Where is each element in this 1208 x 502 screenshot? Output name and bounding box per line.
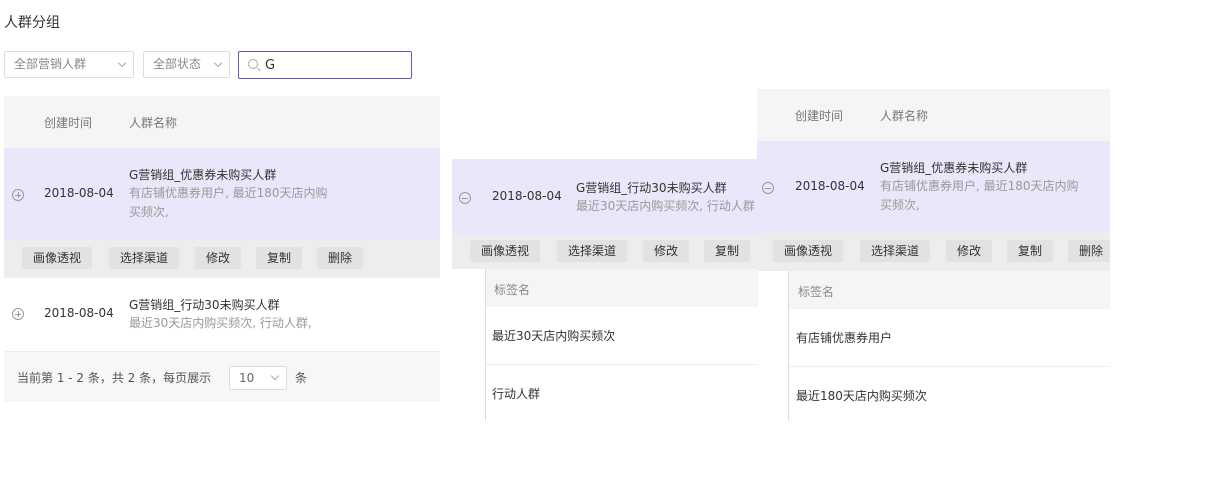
tag-name: 有店铺优惠券用户 — [796, 331, 893, 345]
page-title: 人群分组 — [4, 15, 60, 31]
status-select-value: 全部状态 — [153, 57, 202, 71]
delete-button[interactable]: 删除 — [1068, 240, 1110, 262]
row-actions: 画像透视 选择渠道 修改 复制 删除 — [757, 233, 1110, 271]
group-select-value: 全部营销人群 — [14, 57, 87, 71]
tag-name: 行动人群 — [492, 387, 541, 401]
table-header: 创建时间 人群名称 — [4, 96, 440, 148]
row-name: G营销组_优惠券未购买人群 — [129, 168, 277, 182]
tag-name: 最近180天店内购买频次 — [796, 389, 927, 403]
page-size-select[interactable]: 10 — [229, 366, 287, 390]
row-name: G营销组_行动30未购买人群 — [576, 181, 727, 195]
pagination-info: 当前第 1 - 2 条，共 2 条，每页展示 — [17, 371, 212, 385]
persona-button[interactable]: 画像透视 — [773, 240, 844, 262]
tag-row: 最近30天店内购买频次 — [486, 307, 758, 365]
table-row[interactable]: 2018-08-04 G营销组_行动30未购买人群 最近30天店内购买频次, 行… — [452, 159, 758, 235]
collapse-icon[interactable] — [762, 182, 774, 194]
channel-button[interactable]: 选择渠道 — [557, 240, 628, 262]
pagination-suffix: 条 — [295, 371, 308, 385]
row-desc: 最近30天店内购买频次, 行动人群, — [129, 316, 312, 330]
edit-button[interactable]: 修改 — [946, 240, 993, 262]
persona-button[interactable]: 画像透视 — [470, 240, 541, 262]
tag-name: 最近30天店内购买频次 — [492, 329, 616, 343]
tag-table-header: 标签名 — [486, 269, 758, 307]
row-date: 2018-08-04 — [44, 306, 114, 320]
expand-icon[interactable] — [12, 308, 24, 320]
table-row[interactable]: 2018-08-04 G营销组_行动30未购买人群 最近30天店内购买频次, 行… — [4, 278, 440, 352]
row-desc: 有店铺优惠券用户, 最近180天店内购 — [880, 179, 1079, 193]
chevron-down-icon — [117, 58, 127, 68]
column-header-date: 创建时间 — [795, 109, 844, 123]
channel-button[interactable]: 选择渠道 — [860, 240, 931, 262]
search-icon — [248, 59, 258, 69]
search-input[interactable] — [265, 56, 405, 74]
row-desc-cont: 买频次, — [129, 205, 169, 219]
row-desc: 有店铺优惠券用户, 最近180天店内购 — [129, 186, 328, 200]
row-desc: 最近30天店内购买频次, 行动人群 — [576, 199, 755, 213]
row-date: 2018-08-04 — [795, 179, 865, 193]
row-desc-cont: 买频次, — [880, 198, 920, 212]
expand-icon[interactable] — [12, 189, 24, 201]
column-header-name: 人群名称 — [129, 116, 178, 130]
collapse-icon[interactable] — [459, 192, 471, 204]
crowd-table: 创建时间 人群名称 2018-08-04 G营销组_优惠券未购买人群 有店铺优惠… — [4, 96, 440, 402]
column-header-tag: 标签名 — [798, 285, 835, 299]
edit-button[interactable]: 修改 — [643, 240, 690, 262]
table-row[interactable]: 2018-08-04 G营销组_优惠券未购买人群 有店铺优惠券用户, 最近180… — [4, 148, 440, 240]
row-name: G营销组_行动30未购买人群 — [129, 298, 280, 312]
row-name: G营销组_优惠券未购买人群 — [880, 161, 1028, 175]
expanded-row-panel: 2018-08-04 G营销组_行动30未购买人群 最近30天店内购买频次, 行… — [452, 159, 758, 421]
page-size-value: 10 — [239, 371, 255, 385]
row-actions: 画像透视 选择渠道 修改 复制 — [452, 235, 758, 269]
expanded-row-panel: 创建时间 人群名称 2018-08-04 G营销组_优惠券未购买人群 有店铺优惠… — [757, 89, 1110, 421]
tag-row: 有店铺优惠券用户 — [789, 309, 1110, 367]
column-header-date: 创建时间 — [44, 116, 93, 130]
pagination: 当前第 1 - 2 条，共 2 条，每页展示 10 条 — [4, 352, 440, 402]
row-actions: 画像透视 选择渠道 修改 复制 删除 — [4, 240, 440, 278]
tag-row: 最近180天店内购买频次 — [789, 367, 1110, 421]
group-select[interactable]: 全部营销人群 — [4, 51, 134, 78]
row-date: 2018-08-04 — [44, 186, 114, 200]
chevron-down-icon — [213, 58, 223, 68]
channel-button[interactable]: 选择渠道 — [109, 247, 180, 269]
edit-button[interactable]: 修改 — [195, 247, 242, 269]
copy-button[interactable]: 复制 — [1007, 240, 1054, 262]
delete-button[interactable]: 删除 — [317, 247, 364, 269]
tag-table-header: 标签名 — [789, 271, 1110, 309]
copy-button[interactable]: 复制 — [704, 240, 751, 262]
persona-button[interactable]: 画像透视 — [22, 247, 93, 269]
status-select[interactable]: 全部状态 — [143, 51, 230, 78]
column-header-tag: 标签名 — [494, 283, 531, 297]
tag-row: 行动人群 — [486, 365, 758, 421]
row-date: 2018-08-04 — [492, 189, 562, 203]
chevron-down-icon — [270, 371, 280, 381]
table-header: 创建时间 人群名称 — [757, 89, 1110, 141]
table-row[interactable]: 2018-08-04 G营销组_优惠券未购买人群 有店铺优惠券用户, 最近180… — [757, 141, 1110, 233]
search-box[interactable] — [238, 51, 412, 79]
column-header-name: 人群名称 — [880, 109, 929, 123]
copy-button[interactable]: 复制 — [256, 247, 303, 269]
